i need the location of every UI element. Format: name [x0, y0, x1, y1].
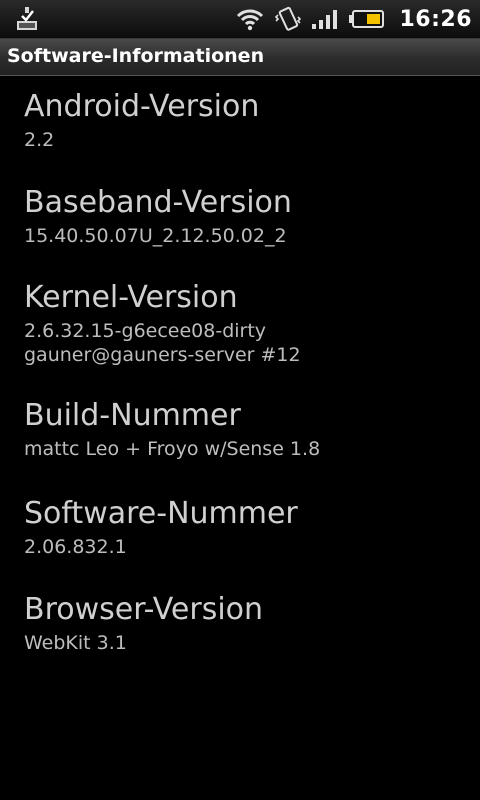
item-value: 15.40.50.07U_2.12.50.02_2	[24, 225, 287, 247]
item-value: mattc Leo + Froyo w/Sense 1.8	[24, 438, 321, 460]
vibrate-icon	[275, 6, 302, 31]
item-label: Android-Version	[24, 89, 260, 124]
status-bar-clock: 16:26	[399, 6, 472, 32]
wifi-icon	[237, 9, 264, 31]
list-item-software-number[interactable]: Software-Nummer 2.06.832.1	[24, 497, 464, 559]
status-bar[interactable]: 16:26	[0, 0, 480, 39]
item-label: Build-Nummer	[24, 398, 241, 433]
battery-icon	[349, 10, 385, 28]
item-value: 2.2	[24, 129, 55, 151]
status-icons: 16:26	[235, 0, 472, 38]
item-value: 2.6.32.15-g6ecee08-dirty gauner@gauners-…	[24, 320, 301, 366]
item-label: Kernel-Version	[24, 280, 238, 315]
item-value: WebKit 3.1	[24, 632, 127, 654]
page-title: Software-Informationen	[7, 45, 265, 67]
item-label: Software-Nummer	[24, 496, 298, 531]
list-item-baseband-version[interactable]: Baseband-Version 15.40.50.07U_2.12.50.02…	[24, 186, 464, 248]
title-bar: Software-Informationen	[0, 39, 480, 76]
list-item-build-number[interactable]: Build-Nummer mattc Leo + Froyo w/Sense 1…	[24, 399, 464, 461]
list-item-android-version[interactable]: Android-Version 2.2	[24, 90, 464, 152]
item-label: Baseband-Version	[24, 185, 292, 220]
download-complete-icon	[17, 7, 37, 30]
screen: 16:26 Software-Informationen Android-Ver…	[0, 0, 480, 800]
signal-icon	[312, 10, 338, 29]
list-item-browser-version[interactable]: Browser-Version WebKit 3.1	[24, 593, 464, 655]
list-item-kernel-version[interactable]: Kernel-Version 2.6.32.15-g6ecee08-dirty …	[24, 281, 464, 367]
item-label: Browser-Version	[24, 592, 264, 627]
item-value: 2.06.832.1	[24, 536, 127, 558]
